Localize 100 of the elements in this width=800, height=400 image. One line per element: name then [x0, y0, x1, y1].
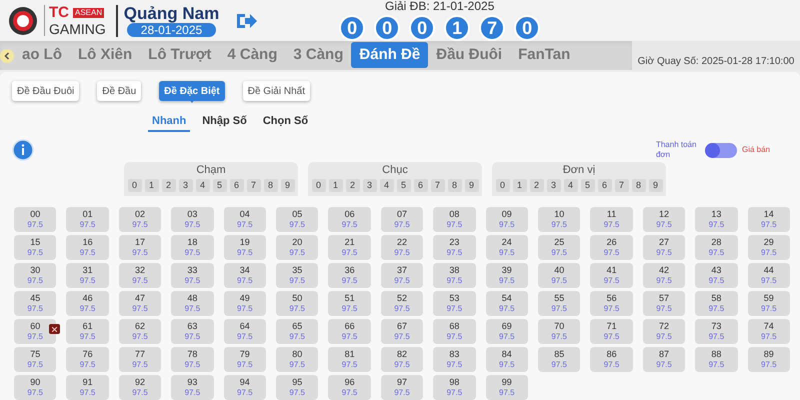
- number-cell[interactable]: 13 97.5: [695, 207, 738, 232]
- number-cell[interactable]: 16 97.5: [66, 235, 109, 260]
- number-cell[interactable]: 76 97.5: [66, 347, 109, 372]
- number-cell[interactable]: 23 97.5: [433, 235, 476, 260]
- number-cell[interactable]: 98 97.5: [433, 375, 476, 400]
- number-cell[interactable]: 90 97.5: [14, 375, 56, 400]
- digit-chip[interactable]: 8: [448, 179, 462, 192]
- number-cell[interactable]: 50 97.5: [276, 291, 318, 316]
- number-cell[interactable]: 63 97.5: [171, 319, 214, 344]
- number-cell[interactable]: 69 97.5: [486, 319, 528, 344]
- number-cell[interactable]: 06 97.5: [328, 207, 371, 232]
- digit-chip[interactable]: 5: [212, 179, 226, 192]
- number-cell[interactable]: 01 97.5: [66, 207, 109, 232]
- number-cell[interactable]: 80 97.5: [276, 347, 318, 372]
- number-cell[interactable]: 54 97.5: [486, 291, 528, 316]
- number-cell[interactable]: 21 97.5: [328, 235, 371, 260]
- mode-tab[interactable]: Chọn Số: [258, 112, 312, 132]
- number-cell[interactable]: 42 97.5: [642, 263, 686, 288]
- number-cell[interactable]: 88 97.5: [695, 347, 738, 372]
- number-cell[interactable]: 10 97.5: [538, 207, 580, 232]
- number-cell[interactable]: 99 97.5: [486, 375, 528, 400]
- number-cell[interactable]: 89 97.5: [748, 347, 790, 372]
- number-cell[interactable]: 92 97.5: [118, 375, 162, 400]
- number-cell[interactable]: 94 97.5: [224, 375, 266, 400]
- digit-chip[interactable]: 9: [648, 179, 662, 192]
- digit-chip[interactable]: 3: [178, 179, 192, 192]
- number-cell[interactable]: 48 97.5: [171, 291, 214, 316]
- number-cell[interactable]: 20 97.5: [276, 235, 318, 260]
- number-cell[interactable]: 84 97.5: [486, 347, 528, 372]
- digit-chip[interactable]: 3: [362, 179, 376, 192]
- number-cell[interactable]: 08 97.5: [433, 207, 476, 232]
- number-cell[interactable]: 24 97.5: [486, 235, 528, 260]
- number-cell[interactable]: 46 97.5: [66, 291, 109, 316]
- digit-chip[interactable]: 2: [530, 179, 544, 192]
- number-cell[interactable]: 49 97.5: [224, 291, 266, 316]
- number-cell[interactable]: 57 97.5: [642, 291, 686, 316]
- digit-chip[interactable]: 6: [598, 179, 612, 192]
- number-cell[interactable]: 05 97.5: [276, 207, 318, 232]
- game-tab[interactable]: Đánh Đề: [351, 42, 428, 68]
- number-cell[interactable]: 70 97.5: [538, 319, 580, 344]
- number-cell[interactable]: 93 97.5: [171, 375, 214, 400]
- number-cell[interactable]: 02 97.5: [118, 207, 162, 232]
- remove-badge[interactable]: [49, 324, 60, 334]
- mode-tab[interactable]: Nhập Số: [198, 112, 251, 132]
- number-cell[interactable]: 68 97.5: [433, 319, 476, 344]
- number-cell[interactable]: 22 97.5: [380, 235, 424, 260]
- number-cell[interactable]: 85 97.5: [538, 347, 580, 372]
- number-cell[interactable]: 35 97.5: [276, 263, 318, 288]
- number-cell[interactable]: 11 97.5: [590, 207, 633, 232]
- number-cell[interactable]: 28 97.5: [695, 235, 738, 260]
- number-cell[interactable]: 12 97.5: [642, 207, 686, 232]
- digit-chip[interactable]: 2: [162, 179, 176, 192]
- number-cell[interactable]: 39 97.5: [486, 263, 528, 288]
- info-icon[interactable]: [12, 139, 34, 161]
- digit-chip[interactable]: 8: [632, 179, 646, 192]
- bet-type-button[interactable]: Đề Đặc Biệt: [159, 81, 225, 101]
- number-cell[interactable]: 27 97.5: [642, 235, 686, 260]
- number-cell[interactable]: 91 97.5: [66, 375, 109, 400]
- digit-chip[interactable]: 9: [464, 179, 478, 192]
- number-cell[interactable]: 33 97.5: [171, 263, 214, 288]
- number-cell[interactable]: 51 97.5: [328, 291, 371, 316]
- number-cell[interactable]: 17 97.5: [118, 235, 162, 260]
- number-cell[interactable]: 25 97.5: [538, 235, 580, 260]
- digit-chip[interactable]: 0: [496, 179, 510, 192]
- number-cell[interactable]: 73 97.5: [695, 319, 738, 344]
- number-cell[interactable]: 37 97.5: [380, 263, 424, 288]
- number-cell[interactable]: 72 97.5: [642, 319, 686, 344]
- number-cell[interactable]: 30 97.5: [14, 263, 56, 288]
- number-cell[interactable]: 14 97.5: [748, 207, 790, 232]
- number-cell[interactable]: 81 97.5: [328, 347, 371, 372]
- number-cell[interactable]: 55 97.5: [538, 291, 580, 316]
- number-cell[interactable]: 07 97.5: [380, 207, 424, 232]
- number-cell[interactable]: 00 97.5: [14, 207, 56, 232]
- number-cell[interactable]: 67 97.5: [380, 319, 424, 344]
- mode-tab[interactable]: Nhanh: [148, 112, 190, 132]
- number-cell[interactable]: 74 97.5: [748, 319, 790, 344]
- number-cell[interactable]: 79 97.5: [224, 347, 266, 372]
- digit-chip[interactable]: 5: [580, 179, 594, 192]
- number-cell[interactable]: 18 97.5: [171, 235, 214, 260]
- digit-chip[interactable]: 1: [328, 179, 342, 192]
- number-cell[interactable]: 97 97.5: [380, 375, 424, 400]
- digit-chip[interactable]: 4: [380, 179, 394, 192]
- bet-type-button[interactable]: Đề Đầu: [97, 81, 142, 101]
- digit-chip[interactable]: 7: [430, 179, 444, 192]
- number-cell[interactable]: 43 97.5: [695, 263, 738, 288]
- number-cell[interactable]: 61 97.5: [66, 319, 109, 344]
- chevron-left-icon[interactable]: [0, 49, 14, 63]
- digit-chip[interactable]: 1: [512, 179, 526, 192]
- digit-chip[interactable]: 5: [396, 179, 410, 192]
- number-cell[interactable]: 34 97.5: [224, 263, 266, 288]
- number-cell[interactable]: 56 97.5: [590, 291, 633, 316]
- number-cell[interactable]: 96 97.5: [328, 375, 371, 400]
- number-cell[interactable]: 75 97.5: [14, 347, 56, 372]
- bet-type-button[interactable]: Đề Giải Nhất: [242, 81, 310, 101]
- number-cell[interactable]: 15 97.5: [14, 235, 56, 260]
- number-cell[interactable]: 66 97.5: [328, 319, 371, 344]
- number-cell[interactable]: 87 97.5: [642, 347, 686, 372]
- number-cell[interactable]: 82 97.5: [380, 347, 424, 372]
- number-cell[interactable]: 52 97.5: [380, 291, 424, 316]
- number-cell[interactable]: 64 97.5: [224, 319, 266, 344]
